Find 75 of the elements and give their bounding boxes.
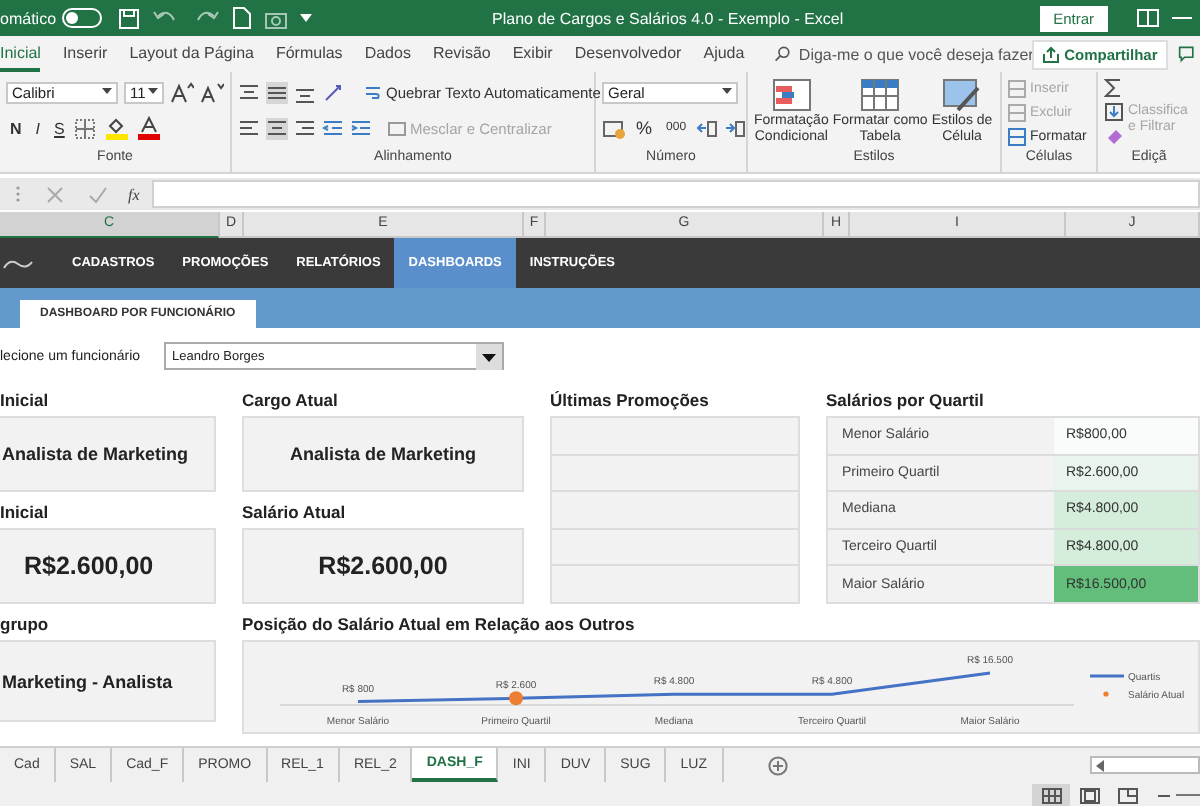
legend-marker	[1103, 691, 1109, 697]
zoom-out-icon[interactable]	[1158, 791, 1170, 799]
card-heading: Cargo Atual	[242, 390, 340, 414]
caret-icon	[722, 88, 732, 96]
legend-line	[1090, 674, 1124, 678]
paintbrush-icon	[942, 78, 982, 112]
fill-down-icon[interactable]	[1104, 102, 1124, 122]
caret-icon[interactable]	[300, 12, 313, 24]
bold-button[interactable]: N	[6, 119, 26, 137]
value-card: R$2.600,00	[242, 528, 524, 604]
cells-icon	[1008, 80, 1026, 98]
scroll-left-icon[interactable]	[1094, 757, 1106, 773]
caret-icon	[148, 88, 158, 96]
borders-icon[interactable]	[74, 117, 99, 139]
cells-icon	[1008, 128, 1026, 146]
document-icon[interactable]	[232, 6, 253, 30]
align-center-icon[interactable]	[266, 117, 288, 139]
card-heading: Inicial	[0, 390, 51, 414]
window-title: Plano de Cargos e Salários 4.0 - Exemplo - Excel	[492, 9, 844, 27]
value-card: Marketing - Analista	[0, 640, 216, 722]
chart-heading: Posição do Salário Atual em Relação aos Outros	[242, 614, 637, 638]
ribbon-tab[interactable]: Desenvolvedor	[574, 36, 682, 72]
camera-icon[interactable]	[264, 7, 289, 29]
data-point	[509, 691, 523, 706]
font-color-icon[interactable]	[136, 116, 163, 140]
grow-font-icon[interactable]	[170, 81, 194, 103]
merge-icon	[388, 119, 406, 137]
quartiles-heading: Salários por Quartil	[826, 390, 986, 414]
sum-icon[interactable]	[1104, 78, 1124, 98]
add-sheet-icon[interactable]	[767, 755, 788, 775]
decrease-indent-icon[interactable]	[322, 117, 344, 139]
card-heading: Salário Atual	[242, 502, 348, 526]
logo-icon	[2, 255, 34, 271]
underline-button[interactable]: S	[50, 119, 69, 137]
ribbon-tab[interactable]: Exibir	[512, 36, 553, 72]
comment-icon[interactable]	[1177, 44, 1194, 64]
horizontal-scrollbar[interactable]	[1090, 756, 1200, 774]
italic-button[interactable]: I	[31, 119, 45, 137]
shrink-font-icon[interactable]	[200, 81, 224, 103]
autosave-toggle[interactable]	[62, 8, 103, 28]
value-card: Analista de Marketing	[0, 416, 216, 492]
save-icon[interactable]	[118, 7, 141, 29]
align-top-icon[interactable]	[238, 81, 260, 103]
cells-icon	[1008, 104, 1026, 122]
value-card: Analista de Marketing	[242, 416, 524, 492]
ribbon-tab[interactable]: Revisão	[432, 36, 491, 72]
decrease-decimal-icon[interactable]	[724, 117, 747, 139]
view-button[interactable]	[1032, 784, 1070, 806]
ribbon-tab[interactable]: Layout da Página	[129, 36, 254, 72]
caret-icon	[102, 88, 112, 96]
wrap-text-icon	[364, 83, 382, 101]
fill-color-icon[interactable]	[104, 116, 131, 140]
value-card: R$2.600,00	[0, 528, 216, 604]
card-heading: Inicial	[0, 502, 51, 526]
increase-decimal-icon[interactable]	[696, 117, 719, 139]
search-icon	[774, 44, 791, 64]
eraser-icon[interactable]	[1104, 126, 1124, 146]
percent-button[interactable]: %	[632, 118, 657, 138]
card-heading: grupo	[0, 614, 51, 638]
grip-icon	[14, 184, 22, 204]
promotions-heading: Últimas Promoções	[550, 390, 711, 414]
ribbon-tab[interactable]: Ajuda	[703, 36, 745, 72]
ribbon-tab[interactable]: Inserir	[62, 36, 108, 72]
ribbon-display-icon[interactable]	[1136, 8, 1160, 28]
align-right-icon[interactable]	[294, 117, 316, 139]
autosave-label: omático	[0, 9, 57, 27]
align-left-icon[interactable]	[238, 117, 260, 139]
formula-field[interactable]	[151, 180, 1200, 208]
currency-icon[interactable]	[602, 117, 626, 139]
share-icon	[1042, 45, 1061, 63]
ribbon-tab[interactable]: Fórmulas	[275, 36, 343, 72]
insert-function-button[interactable]: fx	[128, 185, 140, 203]
ribbon-tab[interactable]: Dados	[364, 36, 411, 72]
align-middle-icon[interactable]	[266, 81, 288, 103]
increase-indent-icon[interactable]	[350, 117, 372, 139]
